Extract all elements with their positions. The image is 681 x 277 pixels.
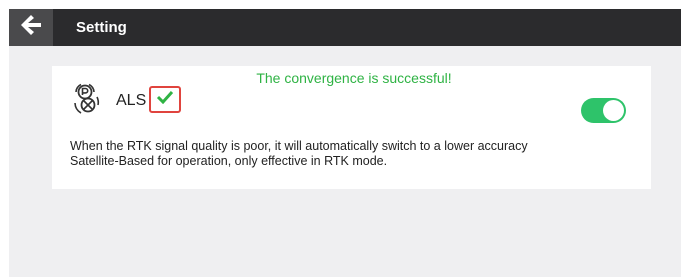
description-line: When the RTK signal quality is poor, it … [70,139,528,153]
back-arrow-icon [19,14,43,41]
top-bar: Setting [9,9,681,46]
als-description: When the RTK signal quality is poor, it … [70,139,630,169]
als-label: ALS [116,92,147,109]
als-setting-card: The convergence is successful! ALS When … [52,66,651,189]
back-button[interactable] [9,9,53,46]
page-title: Setting [76,19,127,36]
convergence-status-message: The convergence is successful! [256,70,452,86]
settings-screen: Setting The convergence is successful! A… [9,9,681,277]
satellite-positioning-icon [72,83,100,115]
description-line: Satellite-Based for operation, only effe… [70,154,388,168]
convergence-success-indicator [149,86,181,113]
als-toggle[interactable] [581,98,626,123]
toggle-knob [603,100,624,121]
checkmark-icon [156,90,174,109]
